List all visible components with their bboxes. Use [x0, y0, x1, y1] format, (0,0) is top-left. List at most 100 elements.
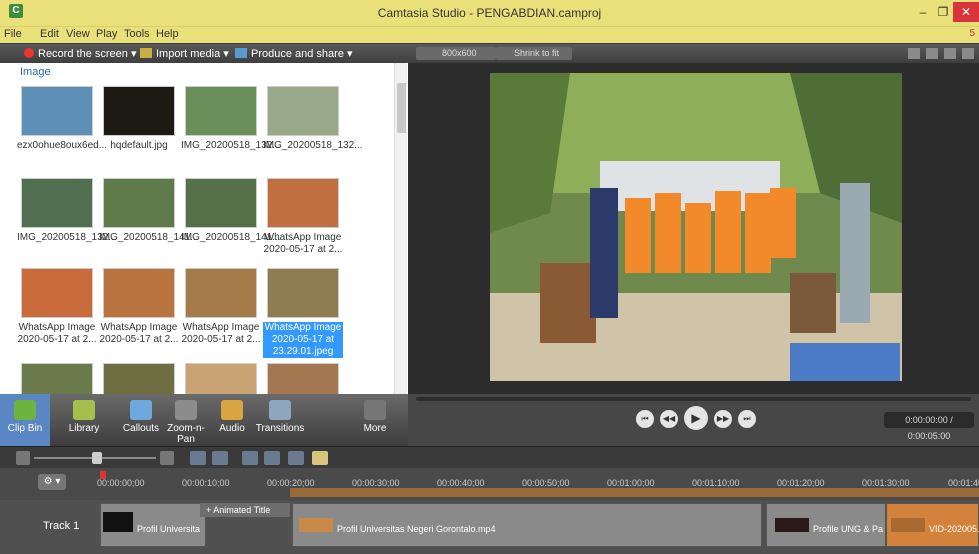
tab-clip-bin[interactable]: Clip Bin: [0, 394, 50, 446]
fast-forward-icon[interactable]: ▶▶: [714, 410, 732, 428]
clip-thumbnail: [267, 178, 339, 228]
clip-bin-item[interactable]: IMG_20200518_132...: [17, 178, 117, 244]
record-icon: [24, 48, 34, 58]
clip-thumbnail: [21, 268, 93, 318]
ruler-label: 00:01:40: [948, 478, 979, 488]
menu-view[interactable]: View: [66, 28, 90, 40]
jump-end-icon[interactable]: ⏭: [738, 410, 756, 428]
fullscreen-icon[interactable]: [944, 48, 956, 59]
copy-icon[interactable]: [264, 451, 280, 465]
play-button[interactable]: ▶: [684, 406, 708, 430]
scrollbar-thumb[interactable]: [397, 83, 406, 133]
menu-play[interactable]: Play: [96, 28, 117, 40]
library-icon: [73, 400, 95, 420]
clip-profile-ung[interactable]: Profile UNG & Pa: [766, 503, 886, 547]
clip-bin-scrollbar[interactable]: [394, 63, 407, 394]
clip-thumbnail: [185, 86, 257, 136]
clip-profil-universitas-negeri-gorontalo[interactable]: Profil Universitas Negeri Gorontalo.mp4: [292, 503, 762, 547]
ruler-label: 00:01:20;00: [777, 478, 825, 488]
split-icon[interactable]: [312, 451, 328, 465]
clip-bin-item[interactable]: IMG_20200518_141...: [181, 178, 281, 244]
menu-file[interactable]: File: [4, 28, 22, 40]
clip-profil-universita[interactable]: Profil Universita: [100, 503, 206, 547]
seek-bar[interactable]: [416, 397, 971, 401]
clip-bin-item[interactable]: ezx0ohue8oux6ed...: [17, 86, 108, 152]
zoom-slider-handle[interactable]: [92, 452, 102, 464]
record-screen-button[interactable]: Record the screen ▾: [24, 47, 136, 60]
task-tabs: Clip Bin Library Callouts Zoom-n-Pan Aud…: [0, 394, 408, 446]
clip-bin-item-label: hqdefault.jpg: [110, 140, 168, 151]
preview-photo[interactable]: [490, 73, 902, 381]
undo-icon[interactable]: [190, 451, 206, 465]
clip-bin-item[interactable]: WhatsApp Image 2020-05-17 at 2...: [263, 178, 343, 256]
tab-transitions[interactable]: Transitions: [252, 394, 308, 446]
clip-bin-item[interactable]: IMG_20200518_141...: [99, 178, 199, 244]
tab-library[interactable]: Library: [56, 394, 112, 446]
clip-bin-item-label: IMG_20200518_132...: [263, 140, 363, 151]
clip-bin-item[interactable]: IMG_20200518_132...: [181, 86, 281, 152]
maximize-button[interactable]: ❐: [932, 2, 954, 22]
clip-bin-item-label: WhatsApp Image 2020-05-17 at 2...: [99, 322, 179, 345]
tab-more[interactable]: More: [350, 394, 400, 446]
clip-bin-item-label: WhatsApp Image 2020-05-17 at 2...: [263, 232, 343, 255]
timeline-ruler[interactable]: ⚙ ▾ 00:00:00;00 00:00:10;00 00:00:20;00 …: [0, 468, 979, 500]
paste-icon[interactable]: [288, 451, 304, 465]
close-button[interactable]: ✕: [953, 2, 979, 22]
clip-thumbnail: [103, 178, 175, 228]
tab-callouts[interactable]: Callouts: [116, 394, 166, 446]
clip-thumbnail: [103, 86, 175, 136]
import-media-button[interactable]: Import media ▾: [140, 47, 229, 60]
jump-start-icon[interactable]: ⏮: [636, 410, 654, 428]
menu-edit[interactable]: Edit: [40, 28, 59, 40]
ruler-label: 00:00:50;00: [522, 478, 570, 488]
ruler-label: 00:01:00;00: [607, 478, 655, 488]
zoom-out-icon[interactable]: [16, 451, 30, 465]
clip-bin-item[interactable]: hqdefault.jpg: [99, 86, 179, 152]
produce-share-button[interactable]: Produce and share ▾: [235, 47, 353, 60]
zoom-in-icon[interactable]: [160, 451, 174, 465]
produce-icon: [235, 48, 247, 58]
clip-bin-item-label: WhatsApp Image 2020-05-17 at 2...: [181, 322, 261, 345]
preview-canvas: [408, 63, 979, 394]
clip-bin-item-label: ezx0ohue8oux6ed...: [17, 140, 108, 151]
pan-icon[interactable]: [926, 48, 938, 59]
audio-waveform: [290, 488, 979, 497]
track-label: Track 1: [43, 520, 80, 532]
clip-bin-item[interactable]: WhatsApp Image 2020-05-17 at 2...: [17, 268, 97, 346]
menu-tools[interactable]: Tools: [124, 28, 150, 40]
animated-title-transition[interactable]: + Animated Title: [200, 503, 290, 517]
clip-thumbnail: [267, 86, 339, 136]
tab-audio[interactable]: Audio: [212, 394, 252, 446]
notification-count[interactable]: 5: [969, 28, 975, 39]
clip-bin-item-label: IMG_20200518_141...: [181, 232, 281, 243]
clip-thumbnail: [267, 268, 339, 318]
cut-icon[interactable]: [242, 451, 258, 465]
track-1: Track 1 Profil Universita + Animated Tit…: [0, 500, 979, 554]
timeline-settings-gear-icon[interactable]: ⚙ ▾: [38, 474, 66, 490]
redo-icon[interactable]: [212, 451, 228, 465]
clip-bin-item[interactable]: WhatsApp Image 2020-05-17 at 23.29.01.jp…: [263, 268, 343, 358]
minimize-button[interactable]: –: [912, 2, 934, 22]
clip-thumbnail: [775, 518, 809, 532]
rewind-icon[interactable]: ◀◀: [660, 410, 678, 428]
title-bar: C Camtasia Studio - PENGABDIAN.camproj –…: [0, 0, 979, 26]
zoom-dropdown[interactable]: Shrink to fit: [496, 47, 572, 60]
clip-vid[interactable]: VID-202005...: [886, 503, 979, 547]
clip-bin-item[interactable]: IMG_20200518_132...: [263, 86, 363, 152]
detach-icon[interactable]: [962, 48, 974, 59]
player-controls: ⏮ ◀◀ ▶ ▶▶ ⏭ 0:00:00:00 / 0:00:05:00: [408, 394, 979, 446]
clip-bin-item[interactable]: WhatsApp Image 2020-05-17 at 2...: [181, 268, 261, 346]
menu-help[interactable]: Help: [156, 28, 179, 40]
clip-thumbnail: [299, 518, 333, 532]
menu-bar: File Edit View Play Tools Help 5: [0, 26, 979, 43]
canvas-size-button[interactable]: 800x600: [416, 47, 496, 60]
time-display: 0:00:00:00 / 0:00:05:00: [884, 412, 974, 441]
clip-thumbnail: [891, 518, 925, 532]
clip-bin-item-label: IMG_20200518_141...: [99, 232, 199, 243]
clip-bin-item[interactable]: WhatsApp Image 2020-05-17 at 2...: [99, 268, 179, 346]
crop-icon[interactable]: [908, 48, 920, 59]
tab-zoom-n-pan[interactable]: Zoom-n-Pan: [166, 394, 206, 446]
ruler-label: 00:01:30;00: [862, 478, 910, 488]
clip-bin-item-label: WhatsApp Image 2020-05-17 at 23.29.01.jp…: [263, 322, 343, 358]
ruler-label: 00:00:00;00: [97, 478, 145, 488]
